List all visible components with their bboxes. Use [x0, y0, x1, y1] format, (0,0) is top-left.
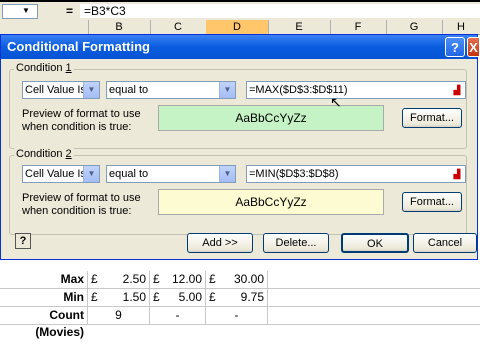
- condition-2-preview: AaBbCcYyZz: [158, 189, 384, 215]
- column-header-f[interactable]: F: [330, 20, 387, 34]
- select-value: equal to: [109, 168, 149, 180]
- formula-equals-label: =: [66, 4, 74, 18]
- condition-1-preview: AaBbCcYyZz: [158, 105, 384, 131]
- column-header-c[interactable]: C: [150, 20, 207, 34]
- help-button[interactable]: ?: [445, 37, 465, 57]
- row-label[interactable]: Max: [0, 271, 88, 288]
- column-header-b[interactable]: B: [88, 20, 151, 34]
- name-box[interactable]: [2, 4, 38, 19]
- cell-d[interactable]: £9.75: [206, 289, 268, 306]
- row-label[interactable]: Count (Movies): [0, 307, 88, 339]
- chevron-down-icon[interactable]: ▼: [219, 82, 235, 98]
- formula-bar: ▼ = =B3*C3: [0, 2, 480, 21]
- condition-2-label: Condition 2: [14, 148, 74, 160]
- preview-caption: Preview of format to use when condition …: [22, 192, 141, 218]
- table-row: Min £1.50 £5.00 £9.75: [0, 289, 480, 307]
- condition-1-operator-select[interactable]: equal to ▼: [106, 81, 236, 99]
- add-button[interactable]: Add >>: [187, 233, 253, 253]
- column-header-h[interactable]: H: [442, 20, 480, 34]
- condition-2-operator-select[interactable]: equal to ▼: [106, 165, 236, 183]
- cell-value: 30.00: [233, 272, 264, 286]
- collapse-dialog-icon[interactable]: ▟: [450, 167, 464, 181]
- cell-b[interactable]: £2.50: [88, 271, 150, 288]
- table-row: Count (Movies) 9 - -: [0, 307, 480, 339]
- currency-symbol: £: [153, 272, 160, 286]
- select-value: equal to: [109, 84, 149, 96]
- table-row: Max £2.50 £12.00 £30.00: [0, 271, 480, 289]
- cell-value: 12.00: [171, 272, 202, 286]
- delete-button[interactable]: Delete...: [263, 233, 329, 253]
- currency-symbol: £: [209, 272, 216, 286]
- preview-caption: Preview of format to use when condition …: [22, 108, 141, 134]
- cell-d[interactable]: -: [206, 307, 268, 324]
- cell-value: 1.50: [122, 290, 146, 304]
- cell-c[interactable]: -: [150, 307, 206, 324]
- currency-symbol: £: [153, 290, 160, 304]
- preview-caption-line-1: Preview of format to use: [22, 108, 141, 120]
- select-value: Cell Value Is: [25, 168, 86, 180]
- formula-value: =MIN($D$3:$D$8): [249, 168, 339, 180]
- collapse-dialog-icon[interactable]: ▟: [450, 83, 464, 97]
- condition-2-formula-input[interactable]: =MIN($D$3:$D$8) ▟: [246, 165, 466, 183]
- cell-b[interactable]: 9: [88, 307, 150, 324]
- row-label[interactable]: Min: [0, 289, 88, 306]
- dialog-titlebar[interactable]: Conditional Formatting ? X: [1, 35, 479, 59]
- preview-caption-line-2: when condition is true:: [22, 121, 132, 133]
- column-header-a[interactable]: [0, 20, 89, 34]
- close-button[interactable]: X: [467, 37, 479, 57]
- condition-1-label: Condition 1: [14, 62, 74, 74]
- cell-value: 5.00: [178, 290, 202, 304]
- dialog-title: Conditional Formatting: [7, 39, 150, 54]
- mouse-cursor-icon: ↖: [330, 94, 342, 110]
- name-box-dropdown-icon[interactable]: ▼: [22, 6, 30, 15]
- column-header-g[interactable]: G: [386, 20, 443, 34]
- select-value: Cell Value Is: [25, 84, 86, 96]
- condition-label-number: 2: [65, 148, 72, 160]
- condition-1-formula-input[interactable]: =MAX($D$3:$D$11) ▟: [246, 81, 466, 99]
- condition-2-type-select[interactable]: Cell Value Is ▼: [22, 165, 100, 183]
- formula-input[interactable]: =B3*C3: [80, 4, 480, 18]
- condition-label-prefix: Condition: [16, 62, 66, 74]
- ok-button[interactable]: OK: [341, 233, 409, 253]
- condition-label-number: 1: [65, 62, 72, 74]
- currency-symbol: £: [91, 290, 98, 304]
- column-header-d[interactable]: D: [206, 20, 269, 34]
- condition-label-prefix: Condition: [16, 148, 66, 160]
- condition-1-group: Condition 1 Cell Value Is ▼ equal to ▼ =…: [9, 62, 467, 149]
- cell-c[interactable]: £5.00: [150, 289, 206, 306]
- cancel-button[interactable]: Cancel: [413, 233, 477, 253]
- cell-d[interactable]: £30.00: [206, 271, 268, 288]
- preview-caption-line-1: Preview of format to use: [22, 192, 141, 204]
- conditional-formatting-dialog: Conditional Formatting ? X Condition 1 C…: [0, 34, 479, 260]
- condition-2-group: Condition 2 Cell Value Is ▼ equal to ▼ =…: [9, 148, 467, 235]
- column-header-e[interactable]: E: [268, 20, 331, 34]
- currency-symbol: £: [209, 290, 216, 304]
- currency-symbol: £: [91, 272, 98, 286]
- chevron-down-icon[interactable]: ▼: [219, 166, 235, 182]
- column-headers: B C D E F G H: [0, 20, 480, 35]
- help-icon[interactable]: ?: [15, 233, 31, 249]
- cell-value: 2.50: [122, 272, 146, 286]
- chevron-down-icon[interactable]: ▼: [83, 82, 99, 98]
- condition-2-format-button[interactable]: Format...: [402, 192, 462, 212]
- condition-1-format-button[interactable]: Format...: [402, 108, 462, 128]
- condition-1-type-select[interactable]: Cell Value Is ▼: [22, 81, 100, 99]
- cell-value: 9.75: [240, 290, 264, 304]
- preview-caption-line-2: when condition is true:: [22, 205, 132, 217]
- cell-b[interactable]: £1.50: [88, 289, 150, 306]
- cell-c[interactable]: £12.00: [150, 271, 206, 288]
- chevron-down-icon[interactable]: ▼: [83, 166, 99, 182]
